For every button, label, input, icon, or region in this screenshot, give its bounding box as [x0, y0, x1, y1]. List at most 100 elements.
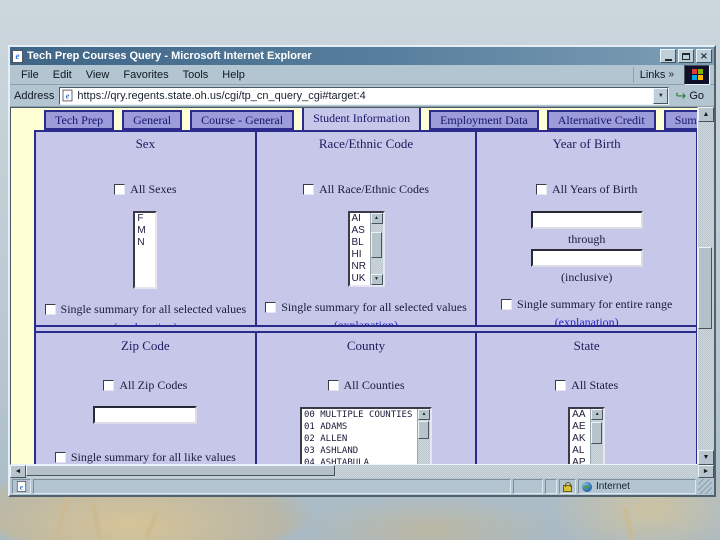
scroll-up-button[interactable]: ▲: [418, 409, 430, 420]
links-toolbar[interactable]: Links »: [632, 66, 680, 83]
list-option[interactable]: BL: [350, 237, 370, 249]
status-bar: e Internet: [10, 478, 714, 495]
menu-view[interactable]: View: [79, 67, 117, 83]
single-summary-like-checkbox[interactable]: Single summary for all like values: [54, 450, 236, 464]
scroll-up-button[interactable]: ▲: [591, 409, 604, 420]
list-option[interactable]: AL: [570, 445, 590, 457]
list-option[interactable]: AE: [570, 421, 590, 433]
maximize-button[interactable]: [678, 49, 694, 63]
scroll-down-button[interactable]: ▼: [698, 450, 714, 465]
scroll-down-button[interactable]: ▼: [370, 274, 383, 285]
list-option[interactable]: AP: [570, 457, 590, 464]
tab-course-general[interactable]: Course - General: [190, 110, 295, 130]
horizontal-scrollbar[interactable]: ◄ ►: [10, 465, 714, 478]
tab-summary[interactable]: Summary: [663, 110, 697, 130]
list-option[interactable]: AK: [570, 433, 590, 445]
tab-student-information[interactable]: Student Information: [302, 108, 422, 130]
tab-employment-data[interactable]: Employment Data: [429, 110, 539, 130]
single-summary-checkbox[interactable]: Single summary for all selected values: [265, 300, 467, 315]
scroll-up-button[interactable]: ▲: [370, 213, 383, 224]
all-states-checkbox[interactable]: All States: [555, 378, 618, 393]
list-option[interactable]: NR: [350, 261, 370, 273]
wheat-stalk: [622, 506, 635, 540]
go-button[interactable]: ↪ Go: [669, 87, 710, 105]
checkbox-icon[interactable]: [501, 299, 513, 310]
listbox-scrollbar[interactable]: ▲ ▼: [417, 409, 430, 464]
scrollbar-thumb[interactable]: [26, 465, 336, 476]
list-option[interactable]: UK: [350, 273, 370, 285]
scrollbar-thumb[interactable]: [698, 247, 712, 329]
all-years-checkbox[interactable]: All Years of Birth: [536, 182, 637, 197]
checkbox-icon[interactable]: [303, 184, 315, 195]
checkbox-icon[interactable]: [327, 380, 339, 391]
list-option[interactable]: 03 ASHLAND: [302, 445, 417, 457]
list-option[interactable]: AI: [350, 213, 370, 225]
zip-code-input[interactable]: [93, 406, 198, 424]
sex-listbox[interactable]: FMN: [133, 211, 158, 289]
list-option[interactable]: AS: [350, 225, 370, 237]
list-option[interactable]: HI: [350, 249, 370, 261]
scroll-up-button[interactable]: ▲: [698, 107, 714, 122]
scroll-left-button[interactable]: ◄: [10, 465, 26, 478]
panel-title: County: [346, 338, 386, 353]
listbox-scrollbar[interactable]: ▲ ▼: [590, 409, 604, 464]
close-button[interactable]: ×: [696, 49, 712, 63]
list-option[interactable]: 04 ASHTABULA: [302, 457, 417, 464]
list-option[interactable]: AA: [570, 409, 590, 421]
checkbox-icon[interactable]: [54, 452, 66, 463]
single-summary-range-checkbox[interactable]: Single summary for entire range: [501, 297, 672, 312]
county-listbox[interactable]: 00 MULTIPLE COUNTIES 01 ADAMS 02 ALLEN 03 A…: [300, 407, 432, 464]
scrollbar-thumb[interactable]: [591, 422, 603, 444]
all-sexes-checkbox[interactable]: All Sexes: [114, 182, 177, 197]
single-summary-checkbox[interactable]: Single summary for all selected values: [44, 302, 246, 317]
list-option[interactable]: F: [135, 213, 155, 225]
address-url-text[interactable]: https://qry.regents.state.oh.us/cgi/tp_c…: [77, 90, 653, 102]
menu-favorites[interactable]: Favorites: [116, 67, 175, 83]
year-from-input[interactable]: [530, 211, 643, 229]
address-dropdown-button[interactable]: ▼: [653, 87, 669, 104]
all-race-codes-checkbox[interactable]: All Race/Ethnic Codes: [303, 182, 429, 197]
checkbox-icon[interactable]: [555, 380, 567, 391]
listbox-scrollbar[interactable]: ▲ ▼: [369, 213, 383, 285]
resize-grip[interactable]: [698, 479, 712, 494]
ie-document-icon: e: [16, 480, 27, 493]
address-input[interactable]: e https://qry.regents.state.oh.us/cgi/tp…: [59, 86, 670, 105]
go-arrow-icon: ↪: [675, 88, 687, 103]
minimize-button[interactable]: [660, 49, 676, 63]
scrollbar-thumb[interactable]: [418, 421, 429, 439]
scrollbar-track[interactable]: [26, 465, 698, 478]
scroll-right-button[interactable]: ►: [698, 465, 714, 478]
inclusive-label: (inclusive): [561, 270, 613, 284]
explanation-link[interactable]: (explanation): [477, 315, 696, 325]
tab-alternative-credit[interactable]: Alternative Credit: [546, 110, 656, 130]
explanation-link[interactable]: (explanation): [257, 318, 476, 325]
scrollbar-track[interactable]: [698, 122, 714, 450]
explanation-link[interactable]: (explanation): [36, 320, 255, 325]
checkbox-icon[interactable]: [114, 184, 126, 195]
list-option[interactable]: 00 MULTIPLE COUNTIES: [302, 409, 417, 421]
list-option[interactable]: 01 ADAMS: [302, 421, 417, 433]
list-option[interactable]: M: [135, 225, 155, 237]
checkbox-icon[interactable]: [103, 380, 115, 391]
checkbox-icon[interactable]: [265, 302, 277, 313]
all-zip-codes-checkbox[interactable]: All Zip Codes: [103, 378, 187, 393]
checkbox-icon[interactable]: [44, 304, 56, 315]
all-counties-checkbox[interactable]: All Counties: [327, 378, 405, 393]
state-listbox[interactable]: AAAEAKALAPAR ▲ ▼: [568, 407, 606, 464]
list-option[interactable]: 02 ALLEN: [302, 433, 417, 445]
menu-tools[interactable]: Tools: [176, 67, 216, 83]
menu-help[interactable]: Help: [215, 67, 252, 83]
race-listbox[interactable]: AI AS BL HI NR UK ▲ ▼: [347, 211, 385, 287]
menu-edit[interactable]: Edit: [46, 67, 79, 83]
title-bar[interactable]: e Tech Prep Courses Query - Microsoft In…: [10, 47, 714, 65]
year-to-input[interactable]: [530, 249, 643, 267]
vertical-scrollbar[interactable]: ▲ ▼: [698, 107, 714, 465]
tab-general[interactable]: General: [122, 110, 183, 130]
menu-file[interactable]: File: [14, 67, 46, 83]
scrollbar-thumb[interactable]: [370, 232, 382, 258]
tab-tech-prep[interactable]: Tech Prep: [44, 110, 115, 130]
panel-title: Zip Code: [120, 338, 170, 353]
status-pane: [513, 479, 543, 494]
list-option[interactable]: N: [135, 237, 155, 249]
checkbox-icon[interactable]: [536, 184, 547, 195]
